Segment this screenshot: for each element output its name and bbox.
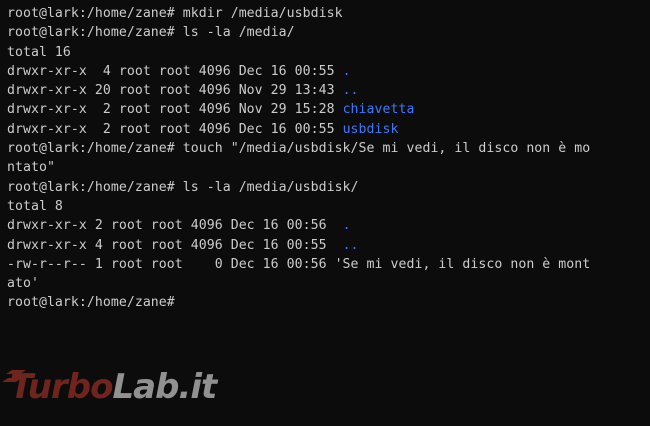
directory-name: .. bbox=[342, 237, 359, 253]
terminal-line: root@lark:/home/zane# mkdir /media/usbdi… bbox=[7, 4, 650, 23]
terminal-line: drwxr-xr-x 2 root root 4096 Nov 29 15:28… bbox=[7, 100, 650, 119]
directory-name: .. bbox=[342, 83, 359, 99]
terminal-line: ato' bbox=[7, 274, 650, 293]
directory-name: . bbox=[342, 63, 351, 79]
terminal-line: root@lark:/home/zane# ls -la /media/ bbox=[7, 23, 650, 42]
terminal-line: total 8 bbox=[7, 197, 650, 216]
line-text: ntato" bbox=[7, 160, 55, 176]
directory-name: . bbox=[342, 218, 351, 234]
terminal-line: root@lark:/home/zane# touch "/media/usbd… bbox=[7, 139, 650, 158]
directory-name: usbdisk bbox=[342, 121, 399, 137]
line-text: total 8 bbox=[7, 198, 63, 214]
line-text: root@lark:/home/zane# ls -la /media/ bbox=[7, 25, 295, 41]
line-text: ato' bbox=[7, 276, 39, 292]
line-text: drwxr-xr-x 2 root root 4096 Nov 29 15:28 bbox=[7, 102, 343, 118]
terminal-line: -rw-r--r-- 1 root root 0 Dec 16 00:56 'S… bbox=[7, 255, 650, 274]
terminal-line: drwxr-xr-x 2 root root 4096 Dec 16 00:55… bbox=[7, 120, 650, 139]
turbolab-logo-icon: TurboLab.it bbox=[2, 367, 220, 407]
terminal-line: drwxr-xr-x 2 root root 4096 Dec 16 00:56… bbox=[7, 216, 650, 235]
terminal-line: root@lark:/home/zane# ls -la /media/usbd… bbox=[7, 178, 650, 197]
line-text: drwxr-xr-x 2 root root 4096 Dec 16 00:56 bbox=[7, 218, 343, 234]
watermark-text: TurboLab.it bbox=[10, 367, 219, 407]
terminal-line: total 16 bbox=[7, 43, 650, 62]
terminal-line: ntato" bbox=[7, 158, 650, 177]
terminal-line: drwxr-xr-x 4 root root 4096 Dec 16 00:55… bbox=[7, 236, 650, 255]
terminal-prompt[interactable]: root@lark:/home/zane# bbox=[7, 293, 650, 312]
line-text: drwxr-xr-x 4 root root 4096 Dec 16 00:55 bbox=[7, 63, 343, 79]
terminal-line: drwxr-xr-x 20 root root 4096 Nov 29 13:4… bbox=[7, 81, 650, 100]
directory-name: chiavetta bbox=[342, 102, 415, 118]
line-text: root@lark:/home/zane# touch "/media/usbd… bbox=[7, 141, 591, 157]
line-text: drwxr-xr-x 4 root root 4096 Dec 16 00:55 bbox=[7, 237, 343, 253]
line-text: root@lark:/home/zane# mkdir /media/usbdi… bbox=[7, 6, 343, 21]
line-text: total 16 bbox=[7, 44, 71, 60]
line-text: root@lark:/home/zane# bbox=[7, 295, 175, 311]
turbolab-watermark: TurboLab.it bbox=[0, 362, 240, 412]
line-text: drwxr-xr-x 2 root root 4096 Dec 16 00:55 bbox=[7, 121, 343, 137]
line-text: root@lark:/home/zane# ls -la /media/usbd… bbox=[7, 179, 359, 195]
line-text: drwxr-xr-x 20 root root 4096 Nov 29 13:4… bbox=[7, 83, 343, 99]
line-text: -rw-r--r-- 1 root root 0 Dec 16 00:56 'S… bbox=[7, 256, 591, 272]
terminal-line: drwxr-xr-x 4 root root 4096 Dec 16 00:55… bbox=[7, 62, 650, 81]
